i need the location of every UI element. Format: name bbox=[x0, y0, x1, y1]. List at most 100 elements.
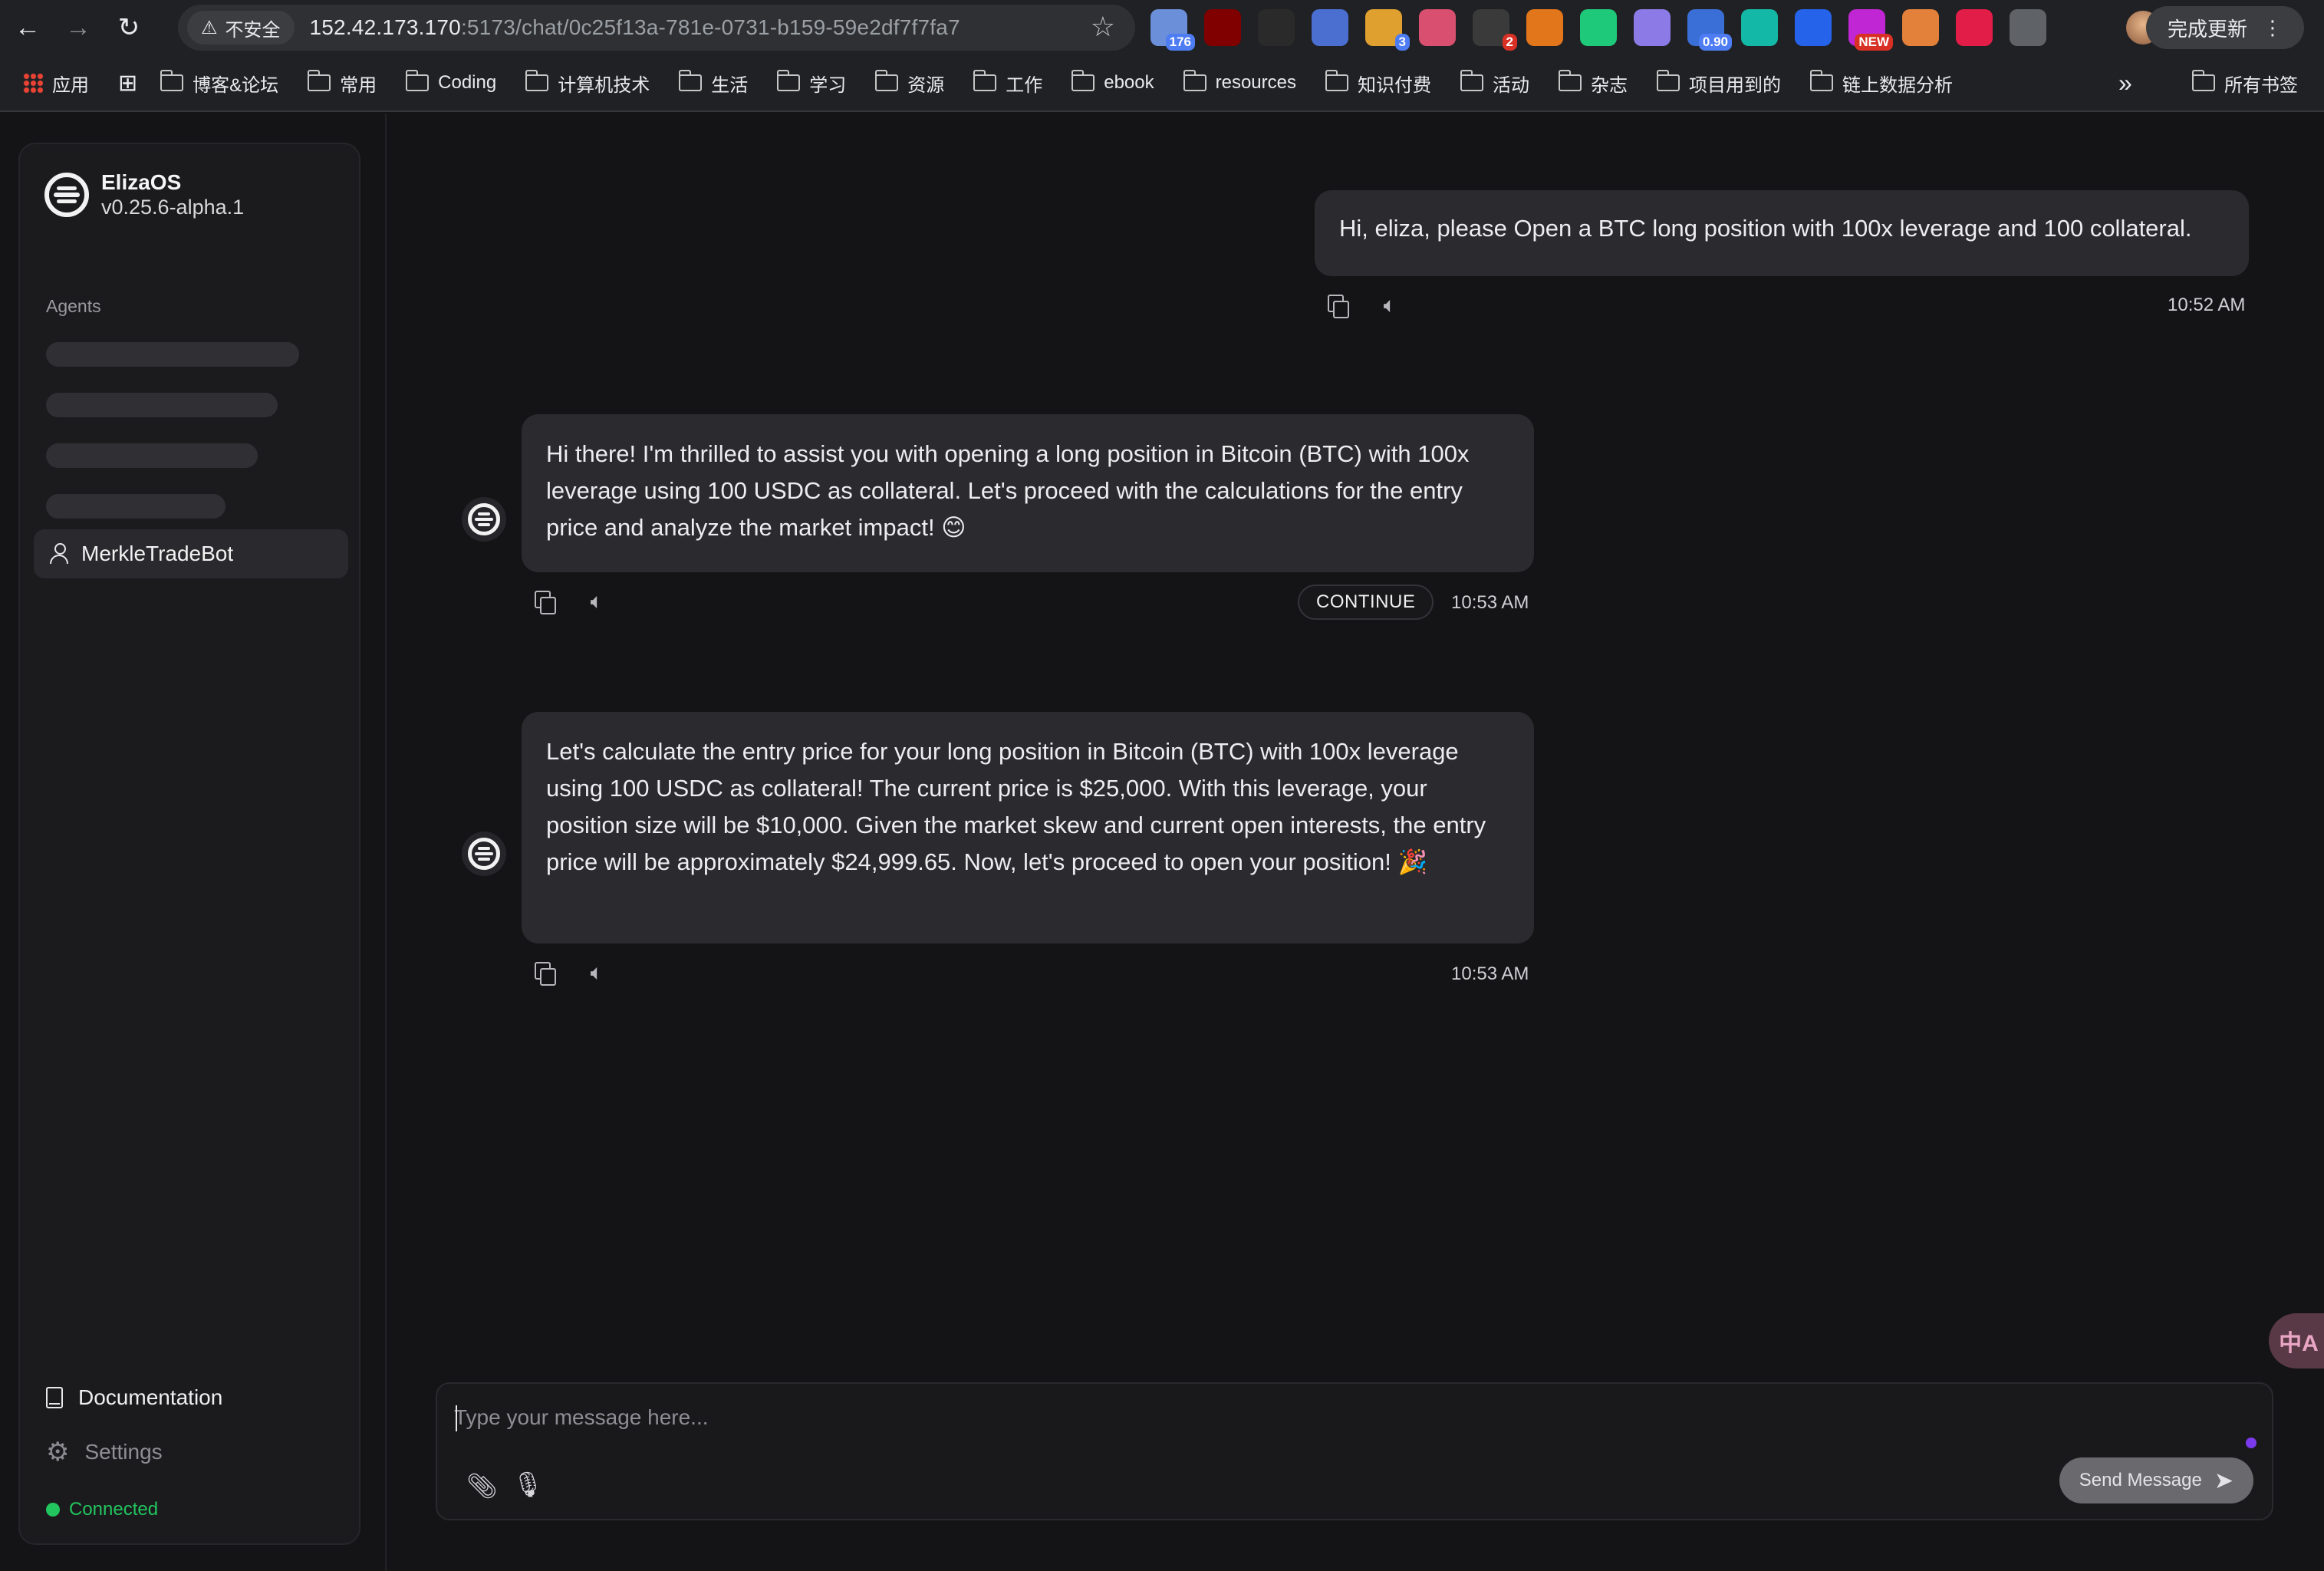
bookmark-folder[interactable]: 学习 bbox=[777, 70, 846, 97]
warning-icon: ⚠ bbox=[201, 17, 218, 38]
x-icon[interactable] bbox=[1258, 9, 1295, 46]
message-text: Let's calculate the entry price for your… bbox=[546, 738, 1486, 875]
copy-icon[interactable] bbox=[1322, 290, 1353, 321]
all-bookmarks[interactable]: 所有书签 bbox=[2192, 70, 2298, 97]
cat-icon[interactable]: 3 bbox=[1365, 9, 1410, 51]
paperclip-icon[interactable]: 📎︎ bbox=[466, 1471, 498, 1500]
bookmark-folder[interactable]: 知识付费 bbox=[1325, 70, 1431, 97]
address-bar[interactable]: ⚠ 不安全 152.42.173.170:5173/chat/0c25f13a-… bbox=[178, 5, 1135, 51]
continue-button[interactable]: CONTINUE bbox=[1298, 585, 1434, 620]
agent-avatar bbox=[462, 497, 506, 542]
s-icon[interactable] bbox=[1902, 9, 1939, 46]
bookmark-folder[interactable]: 资源 bbox=[875, 70, 944, 97]
book-icon bbox=[46, 1387, 63, 1408]
speaker-icon[interactable]: 🔈︎ bbox=[1374, 290, 1405, 321]
bookmark-folder[interactable]: 项目用到的 bbox=[1656, 70, 1781, 97]
update-button[interactable]: 完成更新 ⋮ bbox=[2145, 6, 2304, 49]
brand[interactable]: ElizaOS v0.25.6-alpha.1 bbox=[44, 170, 244, 219]
bookmark-star-icon[interactable]: ☆ bbox=[1091, 11, 1115, 43]
security-label: 不安全 bbox=[225, 19, 281, 41]
agent-skeleton bbox=[46, 494, 225, 519]
documentation-link[interactable]: Documentation bbox=[46, 1385, 222, 1410]
settings-label: Settings bbox=[84, 1440, 163, 1464]
bookmark-folder[interactable]: 生活 bbox=[679, 70, 748, 97]
security-chip[interactable]: ⚠ 不安全 bbox=[187, 11, 295, 44]
kebab-menu-icon[interactable]: ⋮ bbox=[2263, 16, 2283, 40]
sidebar-item-merkletradebot[interactable]: MerkleTradeBot bbox=[34, 529, 348, 578]
tv-icon[interactable]: 176 bbox=[1150, 9, 1195, 51]
translate-icon[interactable]: 中A bbox=[2269, 1313, 2324, 1368]
forward-icon[interactable]: → bbox=[55, 5, 101, 51]
message-input[interactable] bbox=[454, 1396, 2218, 1439]
message-text: Hi there! I'm thrilled to assist you wit… bbox=[546, 440, 1470, 541]
text-caret bbox=[456, 1405, 457, 1431]
screen-icon[interactable]: 2 bbox=[1473, 9, 1517, 51]
bookmark-folder[interactable]: Coding bbox=[406, 70, 496, 94]
bookmark-label: 资源 bbox=[907, 74, 945, 96]
ublock-icon[interactable] bbox=[1204, 9, 1241, 46]
puzzle-icon[interactable] bbox=[2010, 9, 2046, 46]
chart-icon[interactable] bbox=[1580, 9, 1617, 46]
message-time: 10:53 AM bbox=[1451, 592, 1529, 613]
agent-skeleton bbox=[46, 342, 299, 367]
flower-icon[interactable] bbox=[1419, 9, 1456, 46]
message-time: 10:52 AM bbox=[2168, 295, 2246, 315]
grid-icon: ⊞ bbox=[118, 70, 138, 96]
bookmarks-overflow-icon[interactable]: » bbox=[2118, 69, 2132, 97]
bookmark-label: 链上数据分析 bbox=[1842, 74, 1953, 96]
documentation-label: Documentation bbox=[78, 1385, 223, 1409]
copy-icon[interactable] bbox=[529, 586, 560, 617]
microphone-icon[interactable]: 🎙︎ bbox=[512, 1470, 544, 1499]
status-dot bbox=[46, 1503, 60, 1517]
bookmark-folder[interactable]: 活动 bbox=[1460, 70, 1529, 97]
message-text: Hi, eliza, please Open a BTC long positi… bbox=[1339, 215, 2192, 242]
send-message-button[interactable]: Send Message ➤ bbox=[2059, 1457, 2253, 1503]
bookmark-label: 应用 bbox=[52, 74, 89, 96]
bookmark-label: 活动 bbox=[1492, 74, 1529, 96]
bookmark-folder[interactable]: 博客&论坛 bbox=[160, 70, 278, 97]
agent-message-bubble: Let's calculate the entry price for your… bbox=[522, 712, 1534, 944]
calendar-icon[interactable] bbox=[1795, 9, 1832, 46]
bookmark-folder[interactable]: 工作 bbox=[973, 70, 1042, 97]
speaker-icon[interactable]: 🔈︎ bbox=[581, 586, 612, 617]
ghost-icon[interactable] bbox=[1634, 9, 1671, 46]
connection-status: Connected bbox=[46, 1499, 158, 1520]
url-path: :5173/chat/0c25f13a-781e-0731-b159-59e2d… bbox=[460, 15, 960, 39]
url-text[interactable]: 152.42.173.170:5173/chat/0c25f13a-781e-0… bbox=[310, 15, 960, 40]
extension-badge: NEW bbox=[1855, 34, 1893, 51]
bookmark-folder[interactable]: 常用 bbox=[308, 70, 377, 97]
bookmark-folder[interactable]: resources bbox=[1183, 70, 1296, 94]
bookmark-label: ebook bbox=[1104, 72, 1154, 93]
copy-icon[interactable] bbox=[529, 957, 560, 988]
extension-badge: 2 bbox=[1502, 34, 1517, 51]
settings-link[interactable]: ⚙ Settings bbox=[46, 1439, 163, 1465]
message-composer: 📎︎ 🎙︎ Send Message ➤ bbox=[436, 1382, 2273, 1520]
bookmark-folder[interactable]: ebook bbox=[1071, 70, 1154, 94]
bookmark-grid[interactable]: ⊞ bbox=[118, 70, 137, 97]
pin-icon[interactable] bbox=[1956, 9, 1993, 46]
fox-icon[interactable] bbox=[1526, 9, 1563, 46]
agent-message-bubble: Hi there! I'm thrilled to assist you wit… bbox=[522, 414, 1534, 572]
bookmark-folder[interactable]: 杂志 bbox=[1558, 70, 1628, 97]
back-icon[interactable]: ← bbox=[5, 5, 51, 51]
folder-icon bbox=[1809, 70, 1833, 91]
bookmark-folder[interactable]: 链上数据分析 bbox=[1809, 70, 1953, 97]
folder-icon bbox=[1460, 70, 1483, 91]
bookmark-label: 生活 bbox=[711, 74, 749, 96]
message-time: 10:53 AM bbox=[1451, 963, 1529, 984]
folder-icon bbox=[679, 70, 703, 91]
uno-icon[interactable] bbox=[1741, 9, 1778, 46]
reload-icon[interactable]: ↻ bbox=[106, 5, 152, 51]
update-label: 完成更新 bbox=[2167, 17, 2247, 41]
bookmark-apps[interactable]: 应用 bbox=[23, 70, 89, 97]
bookmark-folder[interactable]: 计算机技术 bbox=[525, 70, 650, 97]
card-icon[interactable] bbox=[1312, 9, 1348, 46]
user-message-bubble: Hi, eliza, please Open a BTC long positi… bbox=[1315, 190, 2249, 276]
folder-icon bbox=[973, 70, 997, 91]
gauge-icon[interactable]: 0.90 bbox=[1687, 9, 1732, 51]
send-icon: ➤ bbox=[2214, 1467, 2233, 1494]
gift-icon[interactable]: NEW bbox=[1848, 9, 1893, 51]
indicator-dot bbox=[2246, 1438, 2257, 1448]
browser-toolbar: ← → ↻ ⚠ 不安全 152.42.173.170:5173/chat/0c2… bbox=[0, 0, 2324, 55]
speaker-icon[interactable]: 🔈︎ bbox=[581, 957, 612, 988]
